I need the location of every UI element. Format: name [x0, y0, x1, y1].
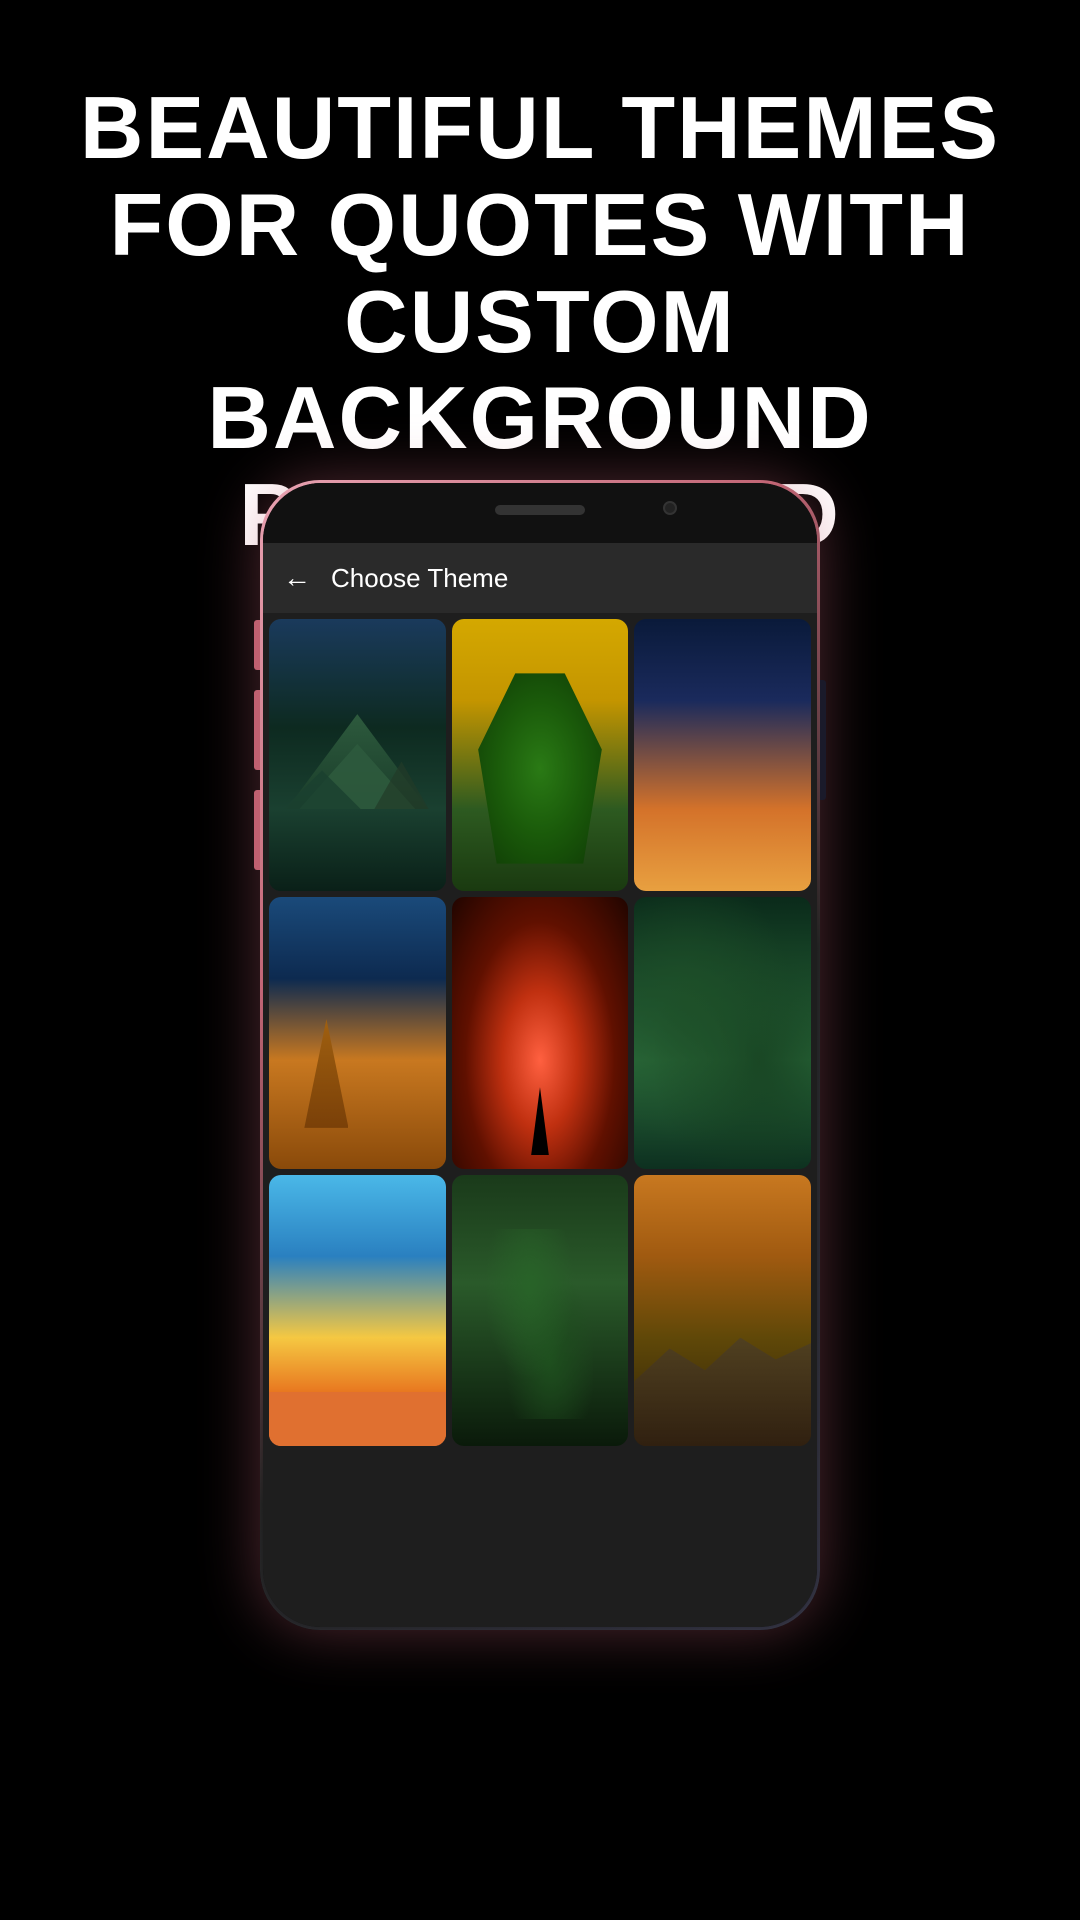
mountains-svg: [269, 735, 446, 823]
theme-card-beach-umbrellas[interactable]: [269, 1175, 446, 1447]
theme-card-mountain-night[interactable]: [269, 619, 446, 891]
theme-card-tropical-yellow[interactable]: [452, 619, 629, 891]
theme-card-dark-leaves[interactable]: [634, 897, 811, 1169]
phone-inner-shell: ← Choose Theme: [263, 483, 817, 1627]
phone-mockup: ← Choose Theme: [260, 480, 820, 1630]
theme-card-jungle-aerial[interactable]: [452, 1175, 629, 1447]
theme-grid: [263, 613, 817, 1452]
front-camera: [663, 501, 677, 515]
screen-title: Choose Theme: [331, 563, 508, 594]
volume-down-button: [254, 790, 260, 870]
back-button[interactable]: ←: [283, 562, 311, 594]
screen-content: ← Choose Theme: [263, 543, 817, 1627]
phone-speaker: [495, 505, 585, 515]
volume-mute-button: [254, 620, 260, 670]
theme-card-desert-dune[interactable]: [269, 897, 446, 1169]
theme-card-sunrise-silhouette[interactable]: [452, 897, 629, 1169]
theme-card-golden-hills[interactable]: [634, 1175, 811, 1447]
theme-ground: [269, 823, 446, 891]
theme-card-sunset-gradient[interactable]: [634, 619, 811, 891]
phone-outer-shell: ← Choose Theme: [260, 480, 820, 1630]
volume-up-button: [254, 690, 260, 770]
phone-notch: [263, 483, 817, 543]
power-button: [820, 680, 826, 800]
app-header: ← Choose Theme: [263, 543, 817, 613]
